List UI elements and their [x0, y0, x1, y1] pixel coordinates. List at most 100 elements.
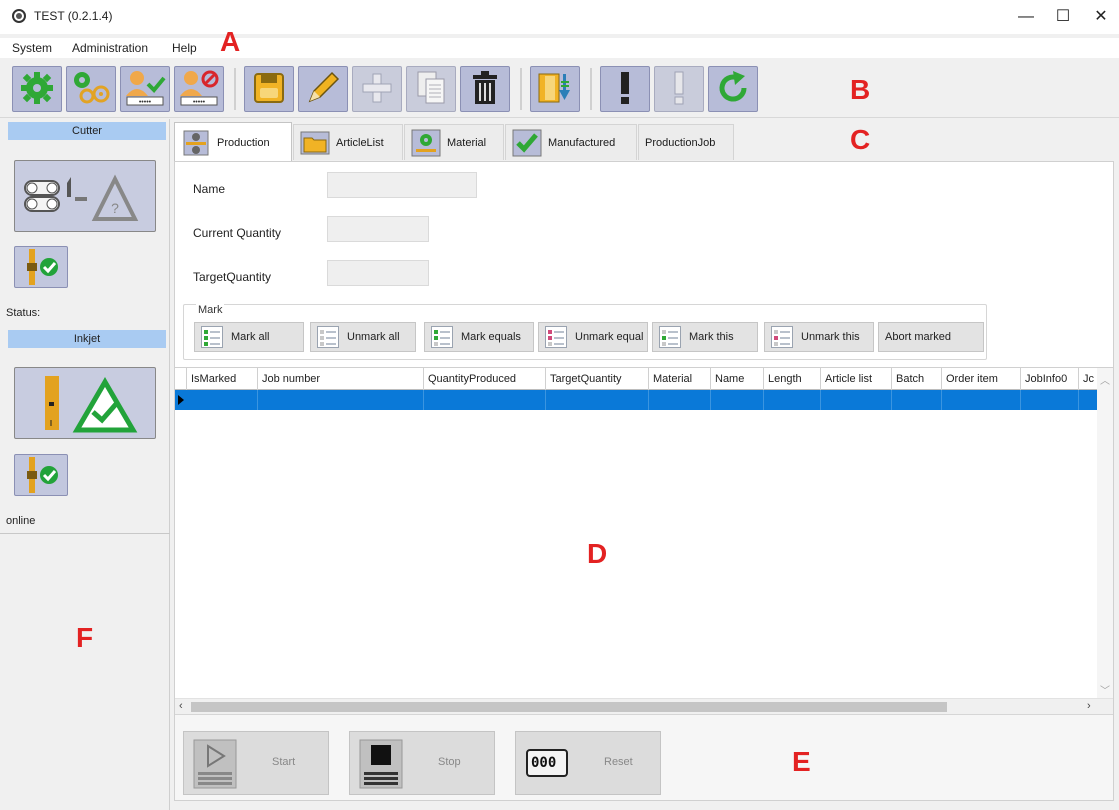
list-mark-this-icon	[659, 326, 681, 348]
inkjet-device-button[interactable]	[14, 367, 156, 439]
title-bar: TEST (0.2.1.4) — ☐ ✕	[0, 0, 1119, 34]
scroll-left-icon[interactable]: ‹	[179, 700, 183, 712]
current-row-indicator-icon	[178, 395, 184, 405]
machine-settings-button[interactable]	[66, 66, 116, 112]
save-button[interactable]	[244, 66, 294, 112]
start-button[interactable]: Start	[183, 731, 329, 795]
column-header[interactable]: Job number	[258, 368, 424, 390]
tab-productionjob[interactable]: ProductionJob	[638, 124, 734, 160]
unmark-equal-button[interactable]: Unmark equal	[538, 322, 648, 352]
refresh-button[interactable]	[708, 66, 758, 112]
scroll-down-icon[interactable]: ﹀	[1100, 682, 1110, 697]
edit-button[interactable]	[298, 66, 348, 112]
table-cell[interactable]	[821, 390, 892, 410]
tab-articlelist[interactable]: ArticleList	[293, 124, 403, 160]
table-cell[interactable]	[546, 390, 649, 410]
table-cell[interactable]	[187, 390, 258, 410]
table-cell[interactable]	[892, 390, 942, 410]
column-header[interactable]: Article list	[821, 368, 892, 390]
settings-button[interactable]	[12, 66, 62, 112]
table-cell[interactable]	[1021, 390, 1079, 410]
table-cell[interactable]	[649, 390, 711, 410]
device-panel: Cutter ? Status: Inkjet online	[0, 119, 170, 810]
minimize-button[interactable]: —	[1011, 6, 1041, 28]
column-header[interactable]: Length	[764, 368, 821, 390]
unmark-this-button[interactable]: Unmark this	[764, 322, 874, 352]
scroll-up-icon[interactable]: ︿	[1100, 372, 1110, 387]
menu-administration[interactable]: Administration	[72, 41, 148, 55]
production-icon	[181, 129, 211, 157]
maximize-button[interactable]: ☐	[1048, 6, 1078, 28]
import-button[interactable]	[530, 66, 580, 112]
column-header[interactable]: TargetQuantity	[546, 368, 649, 390]
toolbar-separator	[520, 68, 522, 110]
grid-horizontal-scrollbar[interactable]: ‹ ›	[175, 698, 1113, 714]
alarm-button[interactable]	[600, 66, 650, 112]
column-header[interactable]: Jc	[1079, 368, 1097, 390]
alarm-ack-button[interactable]	[654, 66, 704, 112]
grid-vertical-scrollbar[interactable]: ︿ ﹀	[1097, 368, 1113, 698]
tab-production[interactable]: Production	[174, 122, 292, 162]
user-login-button[interactable]: •••••	[120, 66, 170, 112]
unmark-all-button[interactable]: Unmark all	[310, 322, 416, 352]
target-quantity-label: TargetQuantity	[193, 270, 272, 284]
column-header[interactable]: JobInfo0	[1021, 368, 1079, 390]
column-header[interactable]: Name	[711, 368, 764, 390]
table-cell[interactable]	[1079, 390, 1097, 410]
table-cell[interactable]	[711, 390, 764, 410]
mark-all-button[interactable]: Mark all	[194, 322, 304, 352]
tab-strip: Production ArticleList Material Manufact…	[174, 122, 1114, 162]
column-header[interactable]: Batch	[892, 368, 942, 390]
inkjet-status-button[interactable]	[14, 454, 68, 496]
copy-button[interactable]	[406, 66, 456, 112]
app-logo-icon	[12, 9, 26, 23]
name-label: Name	[193, 182, 226, 196]
material-icon	[411, 129, 441, 157]
tab-label: Manufactured	[548, 136, 616, 149]
close-button[interactable]: ✕	[1086, 6, 1116, 28]
add-button[interactable]	[352, 66, 402, 112]
name-field[interactable]	[327, 172, 477, 198]
current-quantity-field[interactable]	[327, 216, 429, 242]
play-icon	[192, 738, 238, 790]
table-cell[interactable]	[942, 390, 1021, 410]
table-cell[interactable]	[424, 390, 546, 410]
delete-button[interactable]	[460, 66, 510, 112]
user-logout-button[interactable]: •••••	[174, 66, 224, 112]
stop-button[interactable]: Stop	[349, 731, 495, 795]
column-header[interactable]: Order item	[942, 368, 1021, 390]
cutter-device-button[interactable]: ?	[14, 160, 156, 232]
cutter-status-label: Status:	[6, 307, 41, 319]
list-mark-icon	[201, 326, 223, 348]
column-header[interactable]: IsMarked	[187, 368, 258, 390]
menu-help[interactable]: Help	[172, 41, 197, 55]
mark-this-button[interactable]: Mark this	[652, 322, 758, 352]
reset-button[interactable]: 000 Reset	[515, 731, 661, 795]
scroll-right-icon[interactable]: ›	[1087, 700, 1091, 712]
counter-reset-icon: 000	[524, 738, 570, 790]
table-cell[interactable]	[258, 390, 424, 410]
grid-header: IsMarked Job number QuantityProduced Tar…	[175, 368, 1097, 390]
tab-manufactured[interactable]: Manufactured	[505, 124, 637, 160]
table-row[interactable]	[175, 390, 1097, 410]
pencil-icon	[304, 69, 342, 110]
current-quantity-label: Current Quantity	[193, 226, 282, 240]
column-header[interactable]: QuantityProduced	[424, 368, 546, 390]
row-header-corner	[175, 368, 187, 390]
abort-marked-button[interactable]: Abort marked	[878, 322, 984, 352]
user-block-icon: •••••	[177, 68, 221, 111]
target-quantity-field[interactable]	[327, 260, 429, 286]
column-header[interactable]: Material	[649, 368, 711, 390]
tab-label: Material	[447, 136, 487, 149]
svg-text:?: ?	[111, 200, 119, 216]
list-unmark-icon	[317, 326, 339, 348]
table-cell[interactable]	[764, 390, 821, 410]
stop-icon	[358, 738, 404, 790]
mark-equals-button[interactable]: Mark equals	[424, 322, 534, 352]
annotation-b: B	[850, 74, 871, 105]
scroll-thumb[interactable]	[191, 702, 947, 712]
menu-system[interactable]: System	[12, 41, 52, 55]
tab-material[interactable]: Material	[404, 124, 504, 160]
start-label: Start	[272, 756, 296, 768]
cutter-status-button[interactable]	[14, 246, 68, 288]
